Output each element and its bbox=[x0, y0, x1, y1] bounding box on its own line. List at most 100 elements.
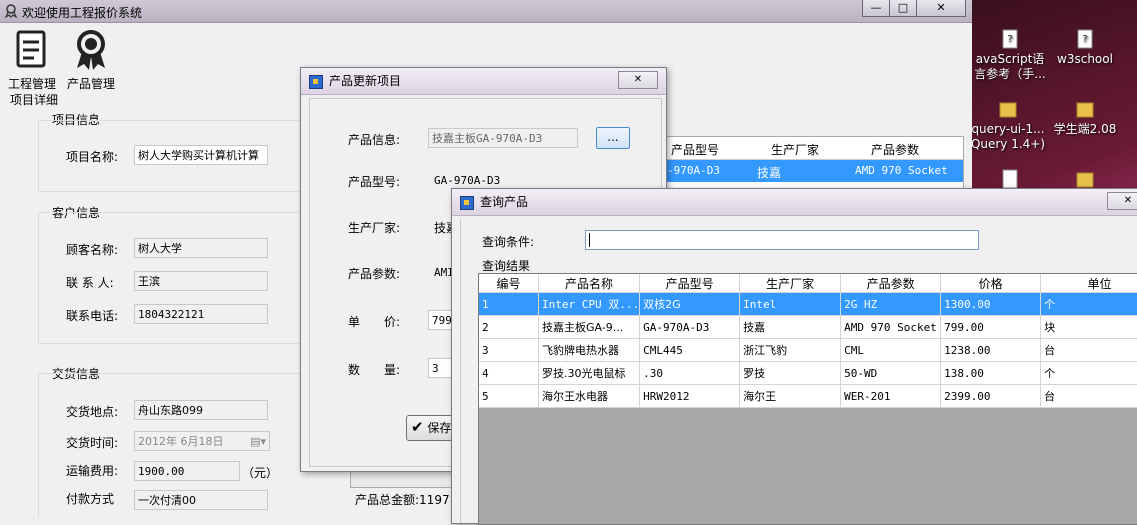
contact-field[interactable]: 王滨 bbox=[134, 271, 268, 291]
shipping-field[interactable]: 1900.00 bbox=[134, 461, 240, 481]
table-cell: 罗技.30光电鼠标 bbox=[538, 361, 641, 385]
document-icon: ? bbox=[1077, 29, 1093, 49]
quantity-label: 数 量: bbox=[348, 363, 401, 377]
bg-grid-header: 产品型号 生产厂家 产品参数 bbox=[641, 137, 963, 160]
project-name-field[interactable]: 树人大学购买计算机计算 bbox=[134, 145, 268, 165]
table-row[interactable]: 5 海尔王水电器 HRW2012 海尔王 WER-201 2399.00 台 bbox=[479, 384, 1137, 408]
grid-header-cell[interactable]: 产品参数 bbox=[840, 274, 942, 293]
folder-icon bbox=[1076, 102, 1094, 118]
document-icon bbox=[1002, 169, 1018, 189]
document-icon: ? bbox=[1002, 29, 1018, 49]
maker-label: 生产厂家: bbox=[348, 221, 401, 235]
app-badge-icon bbox=[4, 4, 18, 18]
close-button[interactable]: ✕ bbox=[916, 0, 966, 17]
delivery-date-picker[interactable]: 2012年 6月18日 ▤▾ bbox=[134, 431, 270, 451]
product-info-field[interactable]: 技嘉主板GA-970A-D3 bbox=[428, 128, 578, 148]
table-cell: 罗技 bbox=[739, 361, 842, 385]
query-result-grid: 编号 产品名称 产品型号 生产厂家 产品参数 价格 单位 1 Inter CPU… bbox=[478, 273, 1137, 525]
grid-header-cell[interactable]: 编号 bbox=[479, 274, 539, 293]
table-cell: CML bbox=[840, 338, 942, 362]
update-dialog-close-button[interactable]: ✕ bbox=[618, 71, 658, 89]
model-value: GA-970A-D3 bbox=[434, 174, 501, 187]
table-cell: 台 bbox=[1040, 384, 1137, 408]
background-product-grid: 产品型号 生产厂家 产品参数 -970A-D3 技嘉 AMD 970 Socke… bbox=[640, 136, 964, 192]
project-detail-panel: 项目信息 项目名称: 树人大学购买计算机计算 客户信息 顾客名称: 树人大学 联… bbox=[30, 106, 310, 518]
project-mgmt-label: 工程管理 bbox=[7, 77, 56, 91]
table-cell: 台 bbox=[1040, 338, 1137, 362]
customer-name-field[interactable]: 树人大学 bbox=[134, 238, 268, 258]
table-cell: 2 bbox=[479, 315, 539, 339]
table-cell: 海尔王水电器 bbox=[538, 384, 641, 408]
contact-label: 联 系 人: bbox=[66, 276, 114, 290]
phone-label: 联系电话: bbox=[66, 309, 119, 323]
table-row[interactable]: 2 技嘉主板GA-9... GA-970A-D3 技嘉 AMD 970 Sock… bbox=[479, 315, 1137, 339]
table-row[interactable]: 4 罗技.30光电鼠标 .30 罗技 50-WD 138.00 个 bbox=[479, 361, 1137, 385]
horizontal-scrollbar[interactable] bbox=[350, 470, 462, 488]
desktop-icon-student[interactable]: 学生端2.08 bbox=[1045, 98, 1125, 137]
desktop-icon-javascript[interactable]: ? avaScript语 言参考（手... bbox=[970, 28, 1050, 82]
grid-header-row: 编号 产品名称 产品型号 生产厂家 产品参数 价格 单位 bbox=[479, 274, 1137, 293]
delivery-address-field[interactable]: 舟山东路099 bbox=[134, 400, 268, 420]
table-cell: 1238.00 bbox=[940, 338, 1042, 362]
award-icon bbox=[77, 30, 105, 70]
table-cell: HRW2012 bbox=[639, 384, 741, 408]
bg-grid-header-cell: 产品型号 bbox=[671, 143, 720, 157]
text-caret bbox=[589, 233, 590, 247]
desktop-icon-w3school[interactable]: ? w3school bbox=[1045, 28, 1125, 67]
payment-field[interactable]: 一次付清00 bbox=[134, 490, 268, 510]
query-dialog-body: 查询条件: 查询结果 编号 产品名称 产品型号 生产厂家 产品参数 价格 单位 bbox=[460, 219, 1137, 525]
shipping-unit: （元） bbox=[242, 466, 279, 480]
table-cell: 5 bbox=[479, 384, 539, 408]
query-condition-label: 查询条件: bbox=[482, 235, 535, 249]
desktop-icon-jquery-ui[interactable]: query-ui-1... Query 1.4+) bbox=[968, 98, 1048, 152]
query-dialog-close-button[interactable]: ✕ bbox=[1107, 192, 1137, 210]
model-label: 产品型号: bbox=[348, 175, 401, 189]
table-cell: 海尔王 bbox=[739, 384, 842, 408]
product-mgmt-label: 产品管理 bbox=[66, 77, 115, 91]
svg-text:?: ? bbox=[1007, 34, 1012, 45]
table-cell: 1 bbox=[479, 292, 539, 316]
maximize-button[interactable]: □ bbox=[889, 0, 917, 17]
desktop-icon-label: 学生端2.08 bbox=[1053, 122, 1117, 136]
product-mgmt-button[interactable]: 产品管理 bbox=[64, 28, 118, 91]
query-condition-input[interactable] bbox=[585, 230, 979, 250]
table-cell: 个 bbox=[1040, 292, 1137, 316]
window-app-icon bbox=[460, 196, 474, 210]
calendar-dropdown-icon[interactable]: ▤▾ bbox=[250, 432, 266, 450]
window-app-icon bbox=[309, 75, 323, 89]
query-dialog-title-bar: 查询产品 ✕ bbox=[452, 189, 1137, 216]
grid-header-cell[interactable]: 单位 bbox=[1040, 274, 1137, 293]
checkmark-icon: ✔ bbox=[411, 418, 424, 436]
table-cell: 技嘉主板GA-9... bbox=[538, 315, 641, 339]
query-result-table: 编号 产品名称 产品型号 生产厂家 产品参数 价格 单位 1 Inter CPU… bbox=[479, 274, 1137, 408]
table-cell: 2399.00 bbox=[940, 384, 1042, 408]
project-mgmt-button[interactable]: 工程管理 bbox=[6, 28, 58, 91]
query-dialog-title: 查询产品 bbox=[480, 195, 529, 209]
grid-header-cell[interactable]: 生产厂家 bbox=[739, 274, 842, 293]
update-dialog-title-bar: 产品更新项目 ✕ bbox=[301, 68, 666, 95]
bg-grid-header-cell: 生产厂家 bbox=[771, 143, 820, 157]
grid-header-cell[interactable]: 价格 bbox=[940, 274, 1042, 293]
table-cell: 飞豹牌电热水器 bbox=[538, 338, 641, 362]
query-product-dialog: 查询产品 ✕ 查询条件: 查询结果 编号 产品名称 产品型号 生产厂家 产品参数… bbox=[451, 188, 1137, 525]
main-title-bar: 欢迎使用工程报价系统 — □ ✕ bbox=[0, 0, 972, 23]
browse-product-button[interactable]: ... bbox=[596, 127, 630, 149]
table-cell: WER-201 bbox=[840, 384, 942, 408]
table-cell: GA-970A-D3 bbox=[639, 315, 741, 339]
price-label: 单 价: bbox=[348, 315, 401, 329]
table-cell: 3 bbox=[479, 338, 539, 362]
desktop-icon-label: avaScript语 言参考（手... bbox=[974, 52, 1046, 81]
bg-grid-row[interactable]: -970A-D3 技嘉 AMD 970 Socket bbox=[641, 160, 963, 182]
table-cell: 浙江飞豹 bbox=[739, 338, 842, 362]
minimize-button[interactable]: — bbox=[862, 0, 890, 17]
grid-header-cell[interactable]: 产品型号 bbox=[639, 274, 741, 293]
table-cell: 双核2G bbox=[639, 292, 741, 316]
table-row[interactable]: 1 Inter CPU 双... 双核2G Intel 2G HZ 1300.0… bbox=[479, 292, 1137, 316]
phone-field[interactable]: 1804322121 bbox=[134, 304, 268, 324]
folder-icon bbox=[1076, 172, 1094, 188]
bg-grid-header-cell: 产品参数 bbox=[871, 143, 920, 157]
payment-label: 付款方式 bbox=[66, 492, 115, 506]
table-row[interactable]: 3 飞豹牌电热水器 CML445 浙江飞豹 CML 1238.00 台 bbox=[479, 338, 1137, 362]
grid-header-cell[interactable]: 产品名称 bbox=[538, 274, 641, 293]
table-cell: 个 bbox=[1040, 361, 1137, 385]
